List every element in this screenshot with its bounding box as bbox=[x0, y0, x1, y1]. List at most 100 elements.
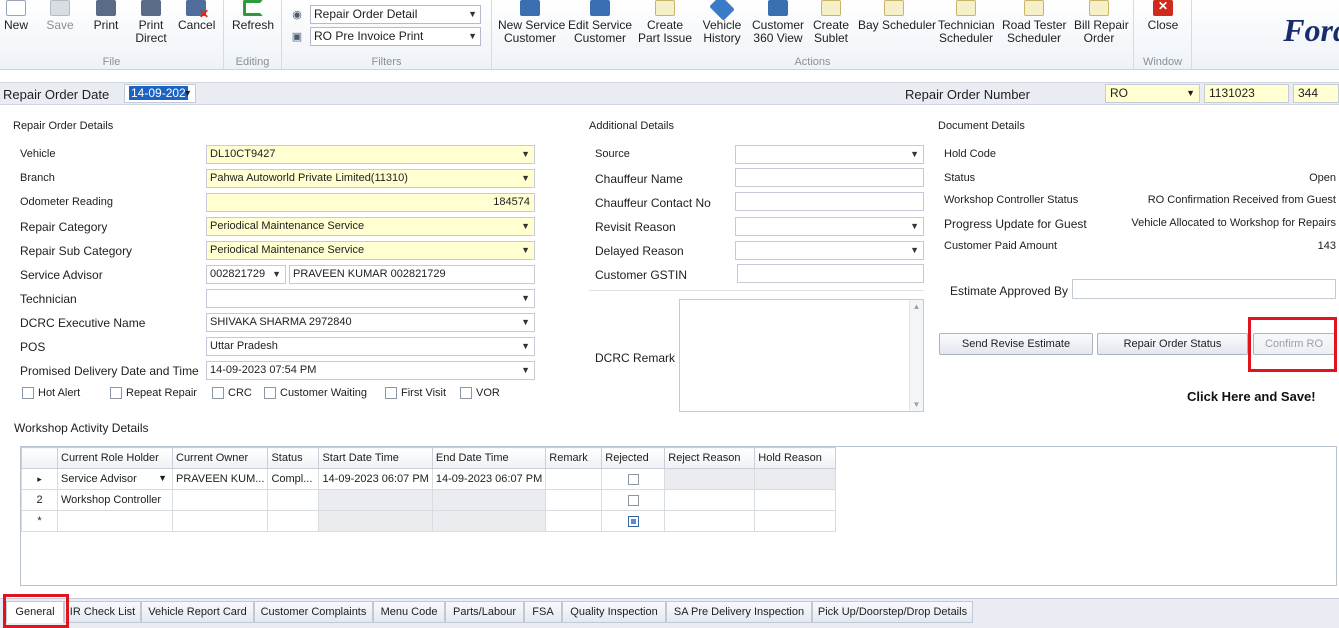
role-holder-cell[interactable] bbox=[57, 510, 173, 532]
end-date-cell[interactable]: 14-09-2023 06:07 PM bbox=[431, 468, 547, 490]
tab-quality-inspection[interactable]: Quality Inspection bbox=[562, 601, 666, 623]
promised-delivery-picker[interactable]: 14-09-2023 07:54 PM ▼ bbox=[206, 361, 535, 380]
table-row[interactable]: ▸ Service Advisor ▼ PRAVEEN KUM... Compl.… bbox=[21, 468, 837, 490]
view-filter-combo[interactable]: Repair Order Detail ▼ bbox=[310, 5, 481, 24]
remark-cell[interactable] bbox=[545, 489, 603, 511]
tab-fsa[interactable]: FSA bbox=[524, 601, 562, 623]
scrollbar[interactable]: ▲ ▼ bbox=[909, 300, 923, 411]
tab-customer-complaints[interactable]: Customer Complaints bbox=[254, 601, 373, 623]
table-row-new[interactable]: * bbox=[21, 510, 837, 532]
edit-service-customer-button[interactable]: Edit Service Customer bbox=[568, 0, 632, 45]
tab-vehicle-report-card[interactable]: Vehicle Report Card bbox=[141, 601, 254, 623]
odometer-field[interactable]: 184574 bbox=[206, 193, 535, 212]
column-header[interactable]: Hold Reason bbox=[754, 447, 837, 469]
chauffeur-contact-field[interactable] bbox=[735, 192, 924, 211]
hold-reason-cell[interactable] bbox=[754, 510, 837, 532]
end-date-cell[interactable] bbox=[431, 489, 547, 511]
crc-checkbox[interactable]: CRC bbox=[212, 387, 252, 399]
dcrc-remark-textarea[interactable]: ▲ ▼ bbox=[679, 299, 924, 412]
column-header[interactable]: Reject Reason bbox=[664, 447, 756, 469]
new-button[interactable]: New bbox=[2, 0, 30, 32]
rejected-checkbox[interactable] bbox=[627, 494, 639, 506]
save-button[interactable]: Save bbox=[44, 0, 76, 32]
service-advisor-name-field[interactable]: PRAVEEN KUMAR 002821729 bbox=[289, 265, 535, 284]
tab-pickup-doorstep-drop[interactable]: Pick Up/Doorstep/Drop Details bbox=[812, 601, 973, 623]
bill-repair-order-button[interactable]: Bill Repair Order bbox=[1074, 0, 1129, 45]
tab-menu-code[interactable]: Menu Code bbox=[373, 601, 445, 623]
rejected-cell[interactable] bbox=[601, 468, 666, 490]
create-sublet-button[interactable]: Create Sublet bbox=[810, 0, 852, 45]
tab-sa-pre-delivery-inspection[interactable]: SA Pre Delivery Inspection bbox=[666, 601, 812, 623]
role-holder-cell[interactable]: Workshop Controller bbox=[57, 489, 173, 511]
rejected-cell[interactable] bbox=[601, 510, 666, 532]
reject-reason-cell[interactable] bbox=[664, 510, 756, 532]
chauffeur-name-field[interactable] bbox=[735, 168, 924, 187]
column-header[interactable]: Current Owner bbox=[171, 447, 269, 469]
tab-ir-check-list[interactable]: IR Check List bbox=[64, 601, 141, 623]
delayed-reason-combo[interactable]: ▼ bbox=[735, 241, 924, 260]
print-filter-combo[interactable]: RO Pre Invoice Print ▼ bbox=[310, 27, 481, 46]
create-part-issue-button[interactable]: Create Part Issue bbox=[638, 0, 692, 45]
hold-reason-cell[interactable] bbox=[754, 489, 837, 511]
rejected-checkbox[interactable] bbox=[627, 473, 639, 485]
cancel-button[interactable]: Cancel bbox=[178, 0, 215, 32]
start-date-cell[interactable] bbox=[318, 489, 433, 511]
close-button[interactable]: ✕ Close bbox=[1144, 0, 1182, 32]
branch-combo[interactable]: Pahwa Autoworld Private Limited(11310) ▼ bbox=[206, 169, 535, 188]
rejected-checkbox[interactable] bbox=[627, 515, 639, 527]
repair-order-status-button[interactable]: Repair Order Status bbox=[1097, 333, 1248, 355]
remark-cell[interactable] bbox=[545, 468, 603, 490]
refresh-button[interactable]: Refresh bbox=[229, 0, 277, 32]
ro-number-field[interactable]: 1131023 bbox=[1204, 84, 1289, 103]
road-tester-scheduler-button[interactable]: Road Tester Scheduler bbox=[1002, 0, 1066, 45]
customer-gstin-field[interactable] bbox=[737, 264, 924, 283]
vor-checkbox[interactable]: VOR bbox=[460, 387, 500, 399]
vehicle-combo[interactable]: DL10CT9427 ▼ bbox=[206, 145, 535, 164]
status-cell[interactable]: Compl... bbox=[267, 468, 320, 490]
dcrc-executive-combo[interactable]: SHIVAKA SHARMA 2972840 ▼ bbox=[206, 313, 535, 332]
send-revise-estimate-button[interactable]: Send Revise Estimate bbox=[939, 333, 1093, 355]
status-cell[interactable] bbox=[267, 489, 320, 511]
source-combo[interactable]: ▼ bbox=[735, 145, 924, 164]
ro-date-picker[interactable]: 14-09-202 ▼ bbox=[124, 84, 196, 103]
column-header[interactable]: Current Role Holder bbox=[57, 447, 173, 469]
vehicle-history-button[interactable]: Vehicle History bbox=[700, 0, 744, 45]
first-visit-checkbox[interactable]: First Visit bbox=[385, 387, 446, 399]
revisit-reason-combo[interactable]: ▼ bbox=[735, 217, 924, 236]
estimate-approved-field[interactable] bbox=[1072, 279, 1336, 299]
repair-sub-category-combo[interactable]: Periodical Maintenance Service ▼ bbox=[206, 241, 535, 260]
rejected-cell[interactable] bbox=[601, 489, 666, 511]
owner-cell[interactable] bbox=[171, 510, 269, 532]
print-button[interactable]: Print bbox=[90, 0, 122, 32]
customer-waiting-checkbox[interactable]: Customer Waiting bbox=[264, 387, 367, 399]
owner-cell[interactable]: PRAVEEN KUM... bbox=[171, 468, 269, 490]
table-row[interactable]: 2 Workshop Controller bbox=[21, 489, 837, 511]
remark-cell[interactable] bbox=[545, 510, 603, 532]
column-header[interactable]: Start Date Time bbox=[318, 447, 433, 469]
owner-cell[interactable] bbox=[171, 489, 269, 511]
column-header[interactable]: End Date Time bbox=[431, 447, 547, 469]
customer-360-view-button[interactable]: Customer 360 View bbox=[752, 0, 804, 45]
pos-combo[interactable]: Uttar Pradesh ▼ bbox=[206, 337, 535, 356]
repeat-repair-checkbox[interactable]: Repeat Repair bbox=[110, 387, 197, 399]
ro-suffix-field[interactable]: 344 bbox=[1293, 84, 1339, 103]
technician-scheduler-button[interactable]: Technician Scheduler bbox=[938, 0, 995, 45]
role-holder-cell[interactable]: Service Advisor ▼ bbox=[57, 468, 173, 490]
column-header[interactable]: Rejected bbox=[601, 447, 666, 469]
hot-alert-checkbox[interactable]: Hot Alert bbox=[22, 387, 80, 399]
print-direct-button[interactable]: Print Direct bbox=[134, 0, 168, 45]
bay-scheduler-button[interactable]: Bay Scheduler bbox=[858, 0, 936, 32]
service-advisor-code-combo[interactable]: 002821729 ▼ bbox=[206, 265, 286, 284]
status-cell[interactable] bbox=[267, 510, 320, 532]
column-header[interactable]: Status bbox=[267, 447, 320, 469]
repair-category-combo[interactable]: Periodical Maintenance Service ▼ bbox=[206, 217, 535, 236]
hold-reason-cell[interactable] bbox=[754, 468, 837, 490]
column-header[interactable]: Remark bbox=[545, 447, 603, 469]
start-date-cell[interactable] bbox=[318, 510, 433, 532]
tab-parts-labour[interactable]: Parts/Labour bbox=[445, 601, 524, 623]
end-date-cell[interactable] bbox=[431, 510, 547, 532]
reject-reason-cell[interactable] bbox=[664, 489, 756, 511]
ro-prefix-combo[interactable]: RO ▼ bbox=[1105, 84, 1200, 103]
start-date-cell[interactable]: 14-09-2023 06:07 PM bbox=[318, 468, 433, 490]
new-service-customer-button[interactable]: New Service Customer bbox=[498, 0, 565, 45]
